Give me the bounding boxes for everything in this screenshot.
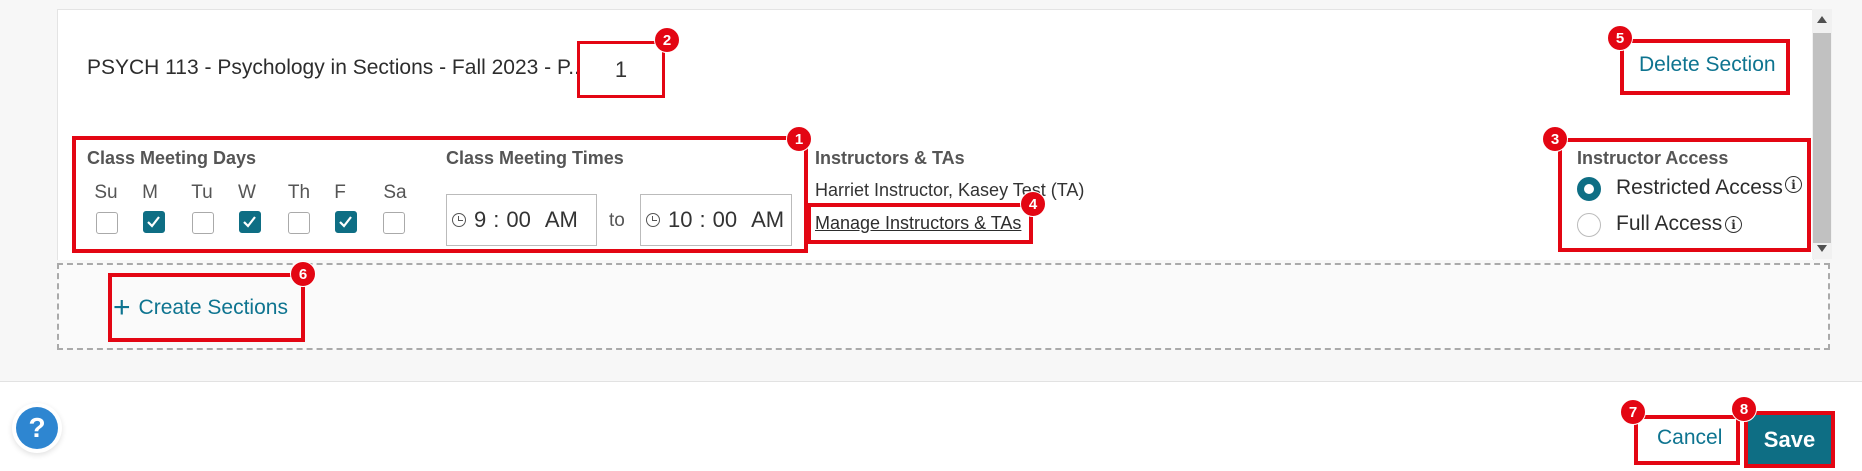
end-minute[interactable]: 00 [713, 207, 737, 233]
radio-full-access[interactable] [1577, 213, 1601, 237]
day-checkbox-sa[interactable] [383, 212, 405, 234]
day-label-th: Th [287, 182, 311, 203]
to-label: to [609, 210, 625, 231]
start-hour[interactable]: 9 [474, 207, 486, 233]
section-number-value: 1 [614, 56, 628, 82]
day-checkbox-f[interactable] [335, 211, 357, 233]
scroll-up-arrow-icon[interactable] [1817, 16, 1827, 23]
checkmark-icon [243, 216, 256, 228]
annotation-badge: 4 [1020, 191, 1046, 217]
checkmark-icon [147, 216, 160, 228]
day-checkbox-su[interactable] [96, 212, 118, 234]
end-period[interactable]: AM [751, 207, 784, 233]
scrollbar-thumb[interactable] [1813, 33, 1831, 243]
annotation-badge: 3 [1542, 126, 1568, 152]
plus-icon: + [113, 291, 131, 324]
section-title: PSYCH 113 - Psychology in Sections - Fal… [87, 56, 599, 79]
annotation-badge: 7 [1620, 399, 1646, 425]
day-label-w: W [238, 182, 256, 203]
restricted-access-label[interactable]: Restricted Access [1616, 176, 1783, 200]
day-checkbox-tu[interactable] [192, 212, 214, 234]
instructors-label: Instructors & TAs [815, 148, 965, 168]
start-period[interactable]: AM [545, 207, 578, 233]
start-minute[interactable]: 00 [506, 207, 530, 233]
day-checkbox-th[interactable] [288, 212, 310, 234]
annotation-badge: 6 [290, 261, 316, 287]
footer-bar [0, 382, 1862, 471]
meeting-times-label: Class Meeting Times [446, 148, 624, 168]
meeting-days-label: Class Meeting Days [87, 148, 257, 168]
manage-instructors-link[interactable]: Manage Instructors & TAs [815, 213, 1021, 234]
create-sections-area [57, 263, 1830, 350]
end-time-input[interactable]: 10 : 00 AM [640, 194, 792, 246]
start-time-input[interactable]: 9 : 00 AM [446, 194, 597, 246]
info-icon[interactable]: i [1785, 176, 1802, 193]
day-label-m: M [142, 182, 158, 203]
end-hour[interactable]: 10 [668, 207, 692, 233]
day-checkbox-m[interactable] [143, 211, 165, 233]
save-button[interactable]: Save [1748, 415, 1831, 464]
section-number-input[interactable]: 1 [577, 41, 665, 98]
annotation-badge: 5 [1607, 25, 1633, 51]
radio-restricted-access[interactable] [1577, 177, 1601, 201]
create-sections-label: Create Sections [138, 296, 288, 319]
help-button[interactable]: ? [16, 407, 58, 449]
day-label-tu: Tu [191, 182, 213, 203]
full-access-label[interactable]: Full Access [1616, 212, 1722, 236]
annotation-badge: 1 [786, 126, 812, 152]
create-sections-button[interactable]: + Create Sections [113, 293, 288, 323]
scroll-down-arrow-icon[interactable] [1817, 245, 1827, 252]
checkmark-icon [339, 216, 352, 228]
delete-section-link[interactable]: Delete Section [1639, 53, 1776, 77]
instructor-access-label: Instructor Access [1577, 148, 1729, 168]
clock-icon [452, 213, 466, 227]
annotation-badge: 2 [654, 27, 680, 53]
clock-icon [646, 213, 660, 227]
info-icon[interactable]: i [1725, 216, 1742, 233]
day-label-sa: Sa [383, 182, 407, 203]
cancel-button[interactable]: Cancel [1657, 426, 1722, 450]
annotation-badge: 8 [1731, 396, 1757, 422]
day-checkbox-w[interactable] [239, 211, 261, 233]
day-label-su: Su [94, 182, 118, 203]
day-label-f: F [334, 182, 346, 203]
